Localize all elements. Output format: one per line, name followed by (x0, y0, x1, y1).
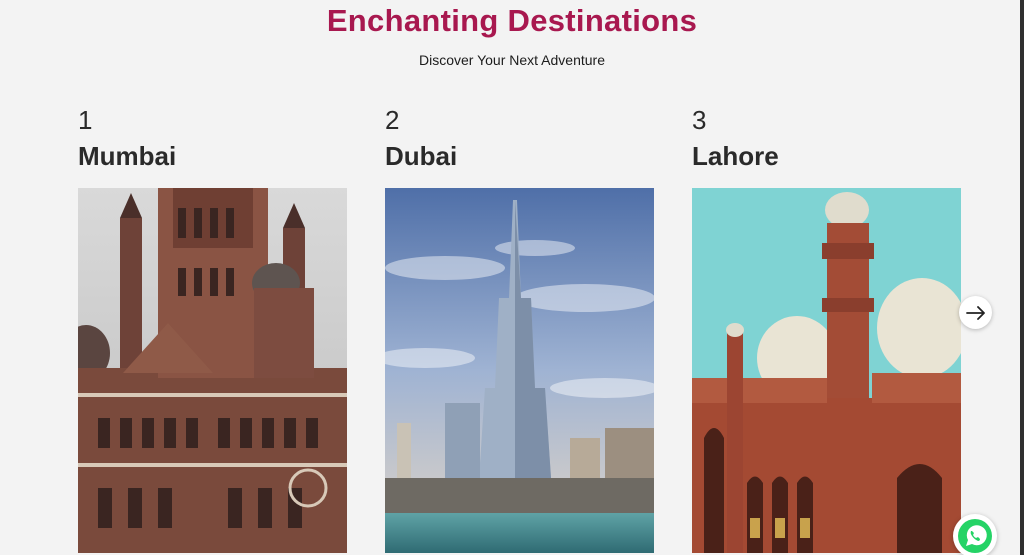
destination-number: 2 (385, 105, 400, 135)
whatsapp-chat-button[interactable] (953, 514, 997, 555)
destination-name: Lahore (692, 141, 779, 171)
arrow-right-icon (965, 305, 985, 320)
section-subtitle: Discover Your Next Adventure (419, 52, 605, 68)
scrollbar-edge (1020, 0, 1024, 555)
destination-name: Dubai (385, 141, 458, 171)
destinations-section: Enchanting Destinations Discover Your Ne… (0, 0, 1024, 555)
dubai-photo[interactable] (385, 188, 654, 553)
destination-card-lahore[interactable]: 3 Lahore (692, 100, 962, 553)
destination-number: 3 (692, 105, 707, 135)
whatsapp-icon (958, 519, 992, 553)
destination-card-mumbai[interactable]: 1 Mumbai (78, 100, 348, 553)
destination-number: 1 (78, 105, 93, 135)
mumbai-photo[interactable] (78, 188, 347, 553)
destination-name: Mumbai (78, 141, 177, 171)
destination-card-dubai[interactable]: 2 Dubai (385, 100, 655, 553)
section-title: Enchanting Destinations (326, 3, 698, 38)
carousel-next-button[interactable] (959, 296, 992, 329)
lahore-photo[interactable] (692, 188, 961, 553)
